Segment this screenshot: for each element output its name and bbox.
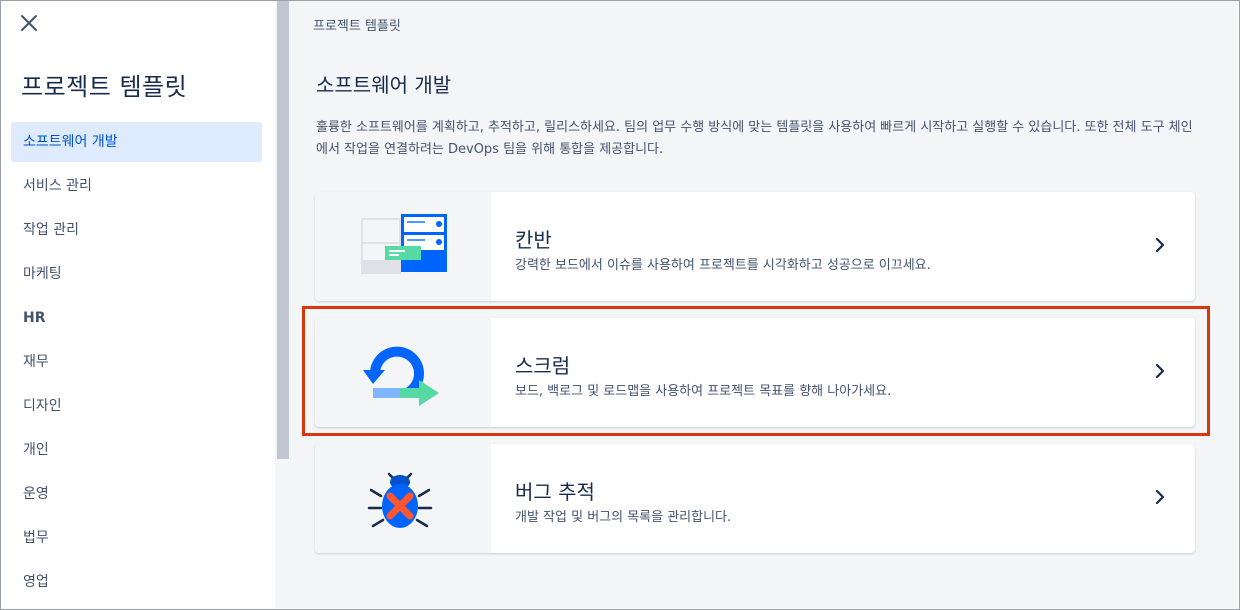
sidebar-item-work-management[interactable]: 작업 관리 (11, 210, 262, 250)
card-title: 스크럼 (515, 354, 571, 378)
sidebar-item-sales[interactable]: 영업 (11, 562, 262, 602)
chevron-right-icon (1155, 489, 1165, 505)
chevron-right-icon (1155, 363, 1165, 379)
sidebar-item-service-management[interactable]: 서비스 관리 (11, 166, 262, 206)
sidebar: 프로젝트 템플릿 소프트웨어 개발 서비스 관리 작업 관리 마케팅 HR 재무… (1, 1, 275, 608)
card-title: 버그 추적 (515, 480, 595, 504)
sidebar-item-finance[interactable]: 재무 (11, 342, 262, 382)
sidebar-category-list: 소프트웨어 개발 서비스 관리 작업 관리 마케팅 HR 재무 디자인 개인 운… (11, 122, 262, 606)
card-description: 강력한 보드에서 이슈를 사용하여 프로젝트를 시각화하고 성공으로 이끄세요. (515, 258, 931, 273)
template-card-scrum[interactable]: 스크럼 보드, 백로그 및 로드맵을 사용하여 프로젝트 목표를 향해 나아가세… (315, 318, 1195, 427)
card-description: 개발 작업 및 버그의 목록을 관리합니다. (515, 510, 732, 525)
close-icon[interactable] (19, 13, 41, 35)
section-title: 소프트웨어 개발 (316, 73, 452, 97)
card-description: 보드, 백로그 및 로드맵을 사용하여 프로젝트 목표를 향해 나아가세요. (515, 384, 892, 399)
template-card-bug-tracking[interactable]: 버그 추적 개발 작업 및 버그의 목록을 관리합니다. (315, 444, 1195, 553)
card-image (315, 444, 491, 553)
chevron-right-icon (1155, 237, 1165, 253)
template-card-kanban[interactable]: 칸반 강력한 보드에서 이슈를 사용하여 프로젝트를 시각화하고 성공으로 이끄… (315, 192, 1195, 301)
bug-icon (367, 472, 433, 528)
breadcrumb: 프로젝트 템플릿 (313, 19, 401, 34)
main-panel: 프로젝트 템플릿 소프트웨어 개발 훌륭한 소프트웨어를 계획하고, 추적하고,… (291, 1, 1238, 608)
sidebar-item-legal[interactable]: 법무 (11, 518, 262, 558)
card-image (315, 192, 491, 301)
section-description: 훌륭한 소프트웨어를 계획하고, 추적하고, 릴리스하세요. 팀의 업무 수행 … (316, 120, 1193, 157)
sidebar-scrollbar-thumb[interactable] (277, 1, 289, 459)
sidebar-item-personal[interactable]: 개인 (11, 430, 262, 470)
card-image (315, 318, 491, 427)
sidebar-item-operations[interactable]: 운영 (11, 474, 262, 514)
scrum-cycle-icon (363, 346, 439, 406)
kanban-board-icon (361, 214, 447, 274)
card-title: 칸반 (515, 228, 552, 252)
sidebar-title: 프로젝트 템플릿 (21, 73, 188, 101)
sidebar-item-design[interactable]: 디자인 (11, 386, 262, 426)
sidebar-item-hr[interactable]: HR (11, 298, 262, 338)
sidebar-item-marketing[interactable]: 마케팅 (11, 254, 262, 294)
sidebar-item-software-development[interactable]: 소프트웨어 개발 (11, 122, 262, 162)
